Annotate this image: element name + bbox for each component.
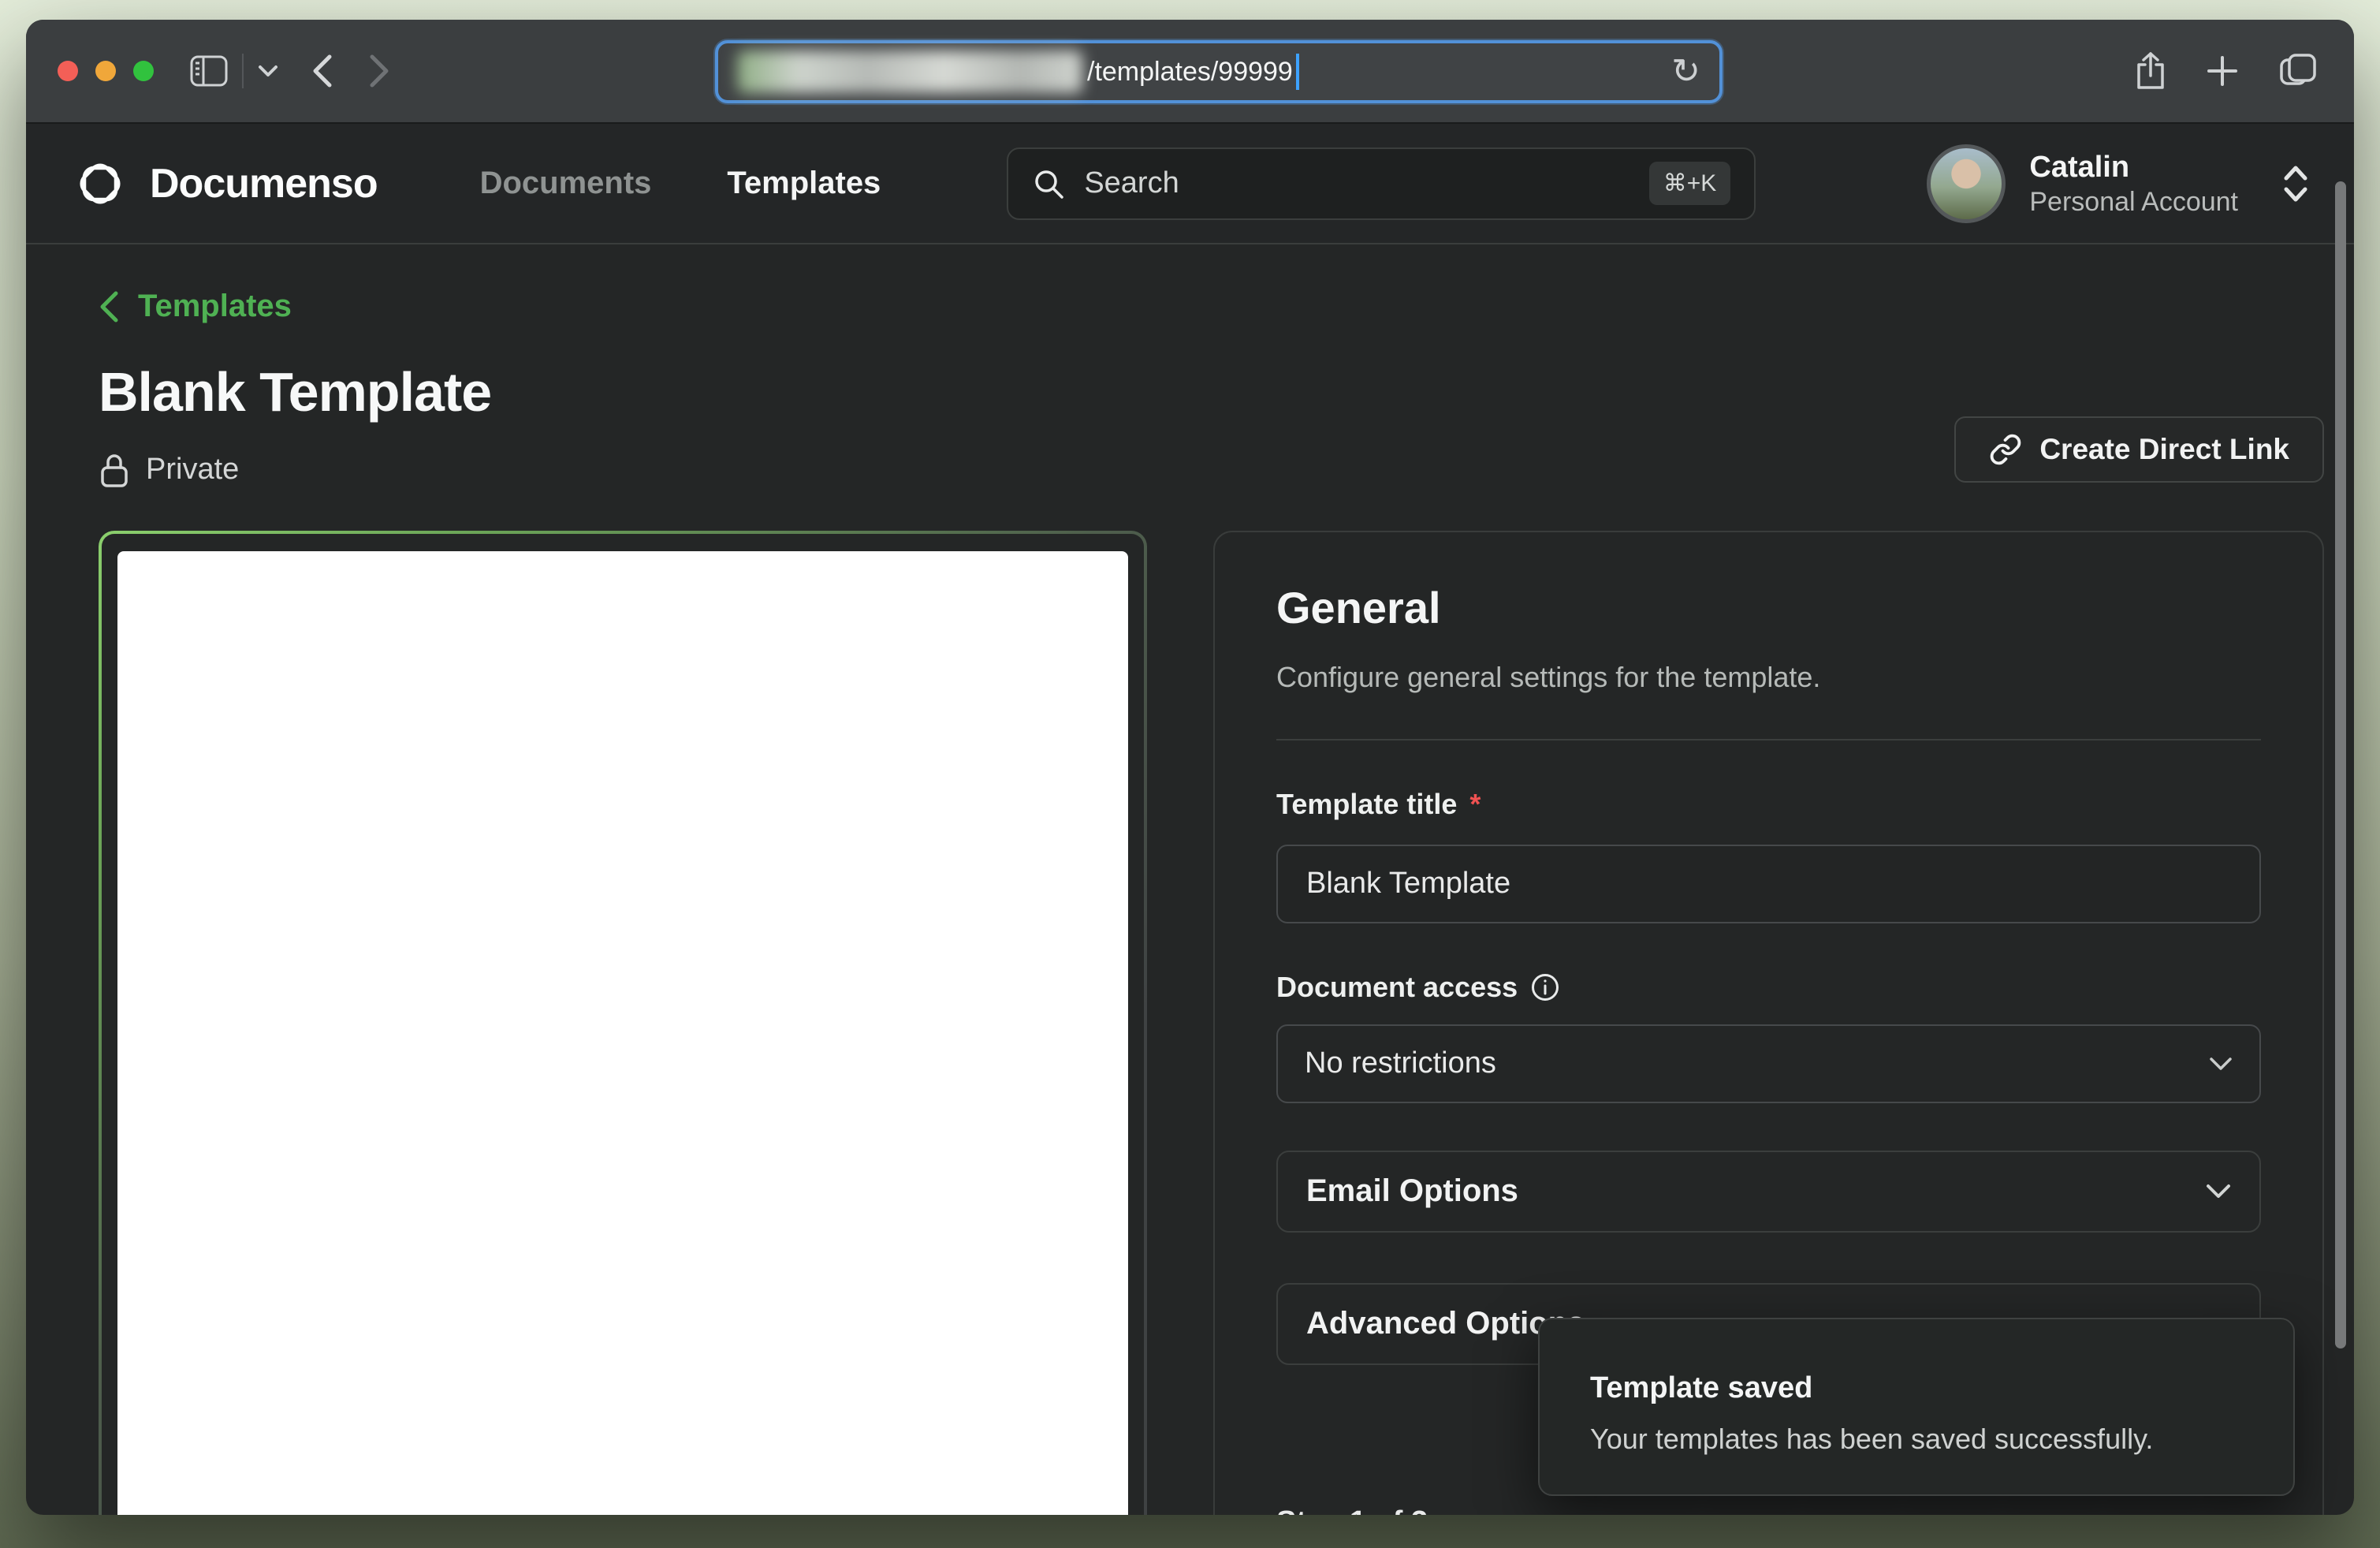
reload-icon[interactable]: ↻ <box>1671 54 1700 89</box>
breadcrumb-label: Templates <box>138 289 292 324</box>
email-options-label: Email Options <box>1306 1173 1518 1209</box>
document-page <box>117 551 1128 1516</box>
brand-logo[interactable]: Documenso <box>71 155 378 213</box>
page-title: Blank Template <box>99 360 2324 423</box>
lock-icon <box>99 452 130 488</box>
panel-description: Configure general settings for the templ… <box>1276 660 2261 695</box>
chevron-left-icon <box>99 290 119 323</box>
link-icon <box>1989 433 2022 466</box>
text-caret <box>1296 54 1299 90</box>
nav-item-templates[interactable]: Templates <box>727 166 881 201</box>
browser-titlebar: /templates/99999 ↻ <box>26 20 2354 124</box>
email-options-section[interactable]: Email Options <box>1276 1151 2261 1233</box>
toast-notification: Template saved Your templates has been s… <box>1538 1318 2295 1496</box>
blurred-domain <box>737 50 1082 93</box>
account-type: Personal Account <box>2029 185 2238 218</box>
chevron-down-icon <box>2206 1184 2231 1199</box>
brand-name: Documenso <box>150 160 378 207</box>
share-icon[interactable] <box>2135 52 2166 90</box>
scrollbar-thumb[interactable] <box>2335 181 2346 1348</box>
create-direct-link-label: Create Direct Link <box>2039 433 2289 466</box>
new-tab-icon[interactable] <box>2206 54 2239 88</box>
account-name: Catalin <box>2029 149 2238 185</box>
address-bar[interactable]: /templates/99999 ↻ <box>715 40 1723 103</box>
search-bar[interactable]: ⌘+K <box>1007 147 1756 220</box>
tab-group-chevron-icon[interactable] <box>258 65 278 77</box>
forward-button[interactable] <box>370 54 389 88</box>
minimize-window-button[interactable] <box>95 61 116 81</box>
search-input[interactable] <box>1084 166 1629 200</box>
create-direct-link-button[interactable]: Create Direct Link <box>1954 416 2324 483</box>
window-controls <box>58 61 154 81</box>
nav-item-documents[interactable]: Documents <box>480 166 652 201</box>
document-preview-card <box>99 531 1147 1516</box>
document-access-value: No restrictions <box>1305 1046 1496 1080</box>
browser-window: /templates/99999 ↻ <box>26 20 2354 1515</box>
step-indicator: Step 1 of 3 <box>1276 1505 2261 1516</box>
document-access-label: Document access <box>1276 971 2261 1004</box>
titlebar-separator <box>242 54 244 88</box>
toast-message: Your templates has been saved successful… <box>1590 1423 2243 1456</box>
breadcrumb[interactable]: Templates <box>99 244 292 324</box>
app-header: Documenso Documents Templates ⌘+K Catali… <box>26 124 2354 244</box>
toast-title: Template saved <box>1590 1371 2243 1405</box>
search-shortcut-badge: ⌘+K <box>1649 162 1731 205</box>
avatar <box>1927 144 2006 223</box>
documenso-logo-icon <box>71 155 129 213</box>
titlebar-right-actions <box>2135 52 2322 90</box>
document-access-select[interactable]: No restrictions <box>1276 1024 2261 1103</box>
panel-divider <box>1276 739 2261 740</box>
account-menu[interactable]: Catalin Personal Account <box>1927 144 2309 223</box>
chevron-up-down-icon <box>2282 164 2309 203</box>
url-path-text: /templates/99999 <box>1087 57 1293 88</box>
main-nav: Documents Templates <box>480 166 881 201</box>
back-button[interactable] <box>313 54 332 88</box>
desktop: { "browser": { "url_path": "/templates/9… <box>0 0 2380 1548</box>
required-marker: * <box>1469 788 1481 821</box>
sidebar-toggle-icon[interactable] <box>190 55 228 87</box>
zoom-window-button[interactable] <box>133 61 154 81</box>
template-title-label: Template title * <box>1276 788 2261 821</box>
template-title-input[interactable] <box>1276 845 2261 923</box>
info-icon[interactable] <box>1530 972 1560 1002</box>
close-window-button[interactable] <box>58 61 78 81</box>
panel-title: General <box>1276 583 2261 633</box>
visibility-label: Private <box>146 453 239 487</box>
chevron-down-icon <box>2209 1057 2233 1071</box>
tab-overview-icon[interactable] <box>2278 52 2318 90</box>
search-icon <box>1032 167 1065 200</box>
